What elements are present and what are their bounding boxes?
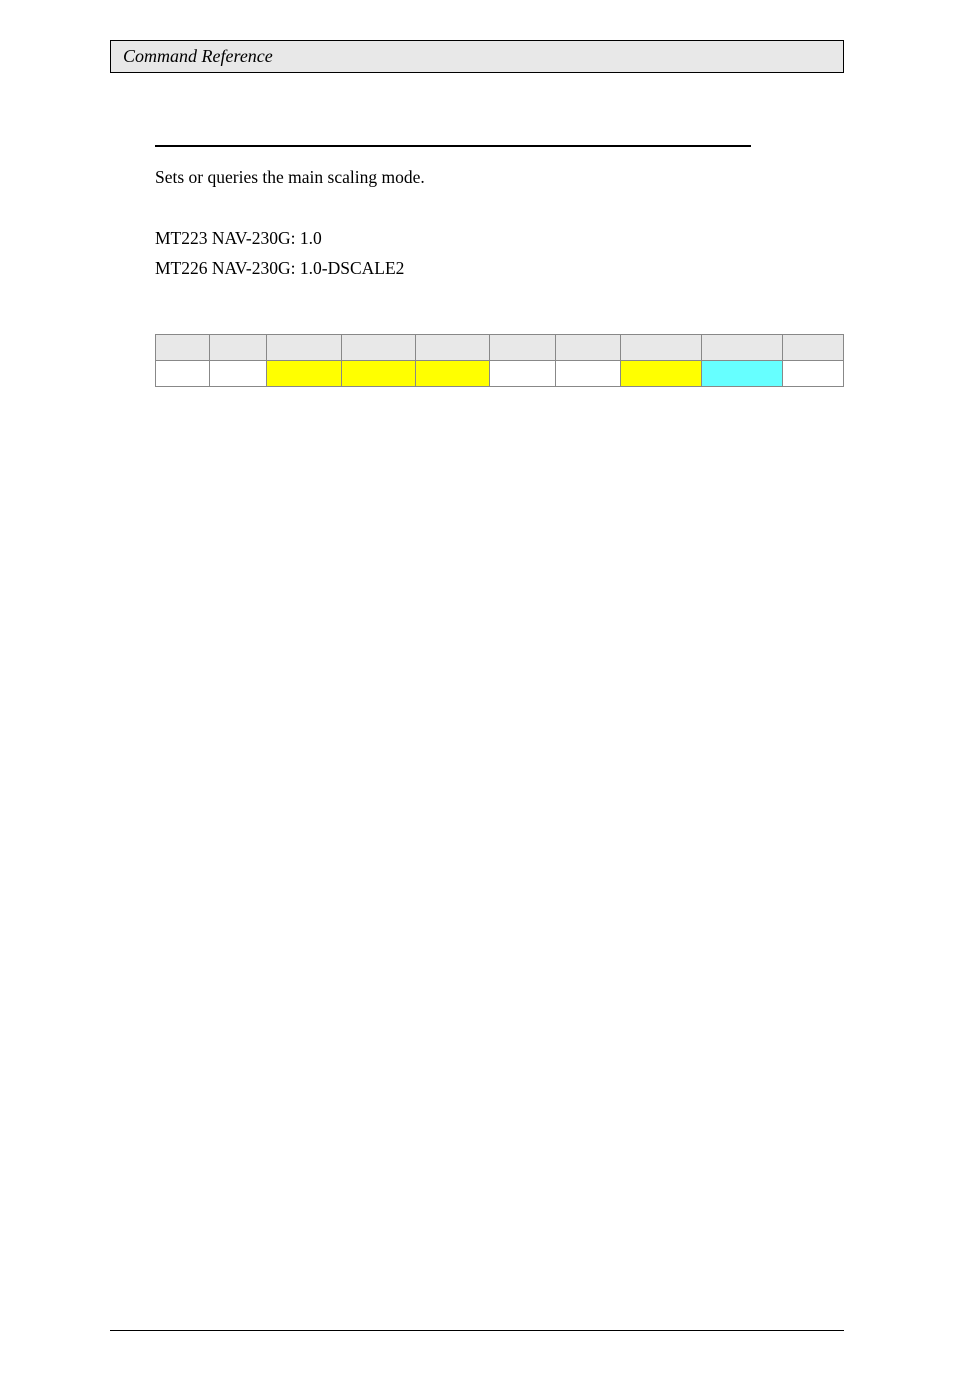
table-header-cell	[555, 334, 620, 360]
table-header-cell	[490, 334, 555, 360]
table-cell	[555, 360, 620, 386]
table-cell	[210, 360, 267, 386]
section-divider	[155, 145, 751, 147]
page-container: Command Reference Sets or queries the ma…	[0, 40, 954, 1391]
footer-divider	[110, 1330, 844, 1331]
command-description: Sets or queries the main scaling mode.	[155, 167, 844, 188]
table-header-row	[156, 334, 844, 360]
header-title: Command Reference	[123, 46, 273, 66]
table-cell-highlighted	[416, 360, 490, 386]
table-cell-highlighted	[621, 360, 702, 386]
spec-line-2: MT226 NAV-230G: 1.0-DSCALE2	[155, 254, 844, 284]
table-header-cell	[416, 334, 490, 360]
table-header-cell	[210, 334, 267, 360]
table-cell	[490, 360, 555, 386]
spec-line-1: MT223 NAV-230G: 1.0	[155, 224, 844, 254]
table-cell-highlighted-cyan	[702, 360, 783, 386]
table-header-cell	[702, 334, 783, 360]
table-header-cell	[267, 334, 341, 360]
table-header-cell	[341, 334, 415, 360]
table-cell-highlighted	[341, 360, 415, 386]
spec-table-wrapper	[155, 334, 844, 387]
command-reference-header: Command Reference	[110, 40, 844, 73]
table-cell	[156, 360, 210, 386]
table-data-row	[156, 360, 844, 386]
table-cell	[783, 360, 844, 386]
table-header-cell	[783, 334, 844, 360]
table-header-cell	[156, 334, 210, 360]
table-header-cell	[621, 334, 702, 360]
content-area: Sets or queries the main scaling mode. M…	[155, 145, 844, 387]
spec-table	[155, 334, 844, 387]
table-cell-highlighted	[267, 360, 341, 386]
